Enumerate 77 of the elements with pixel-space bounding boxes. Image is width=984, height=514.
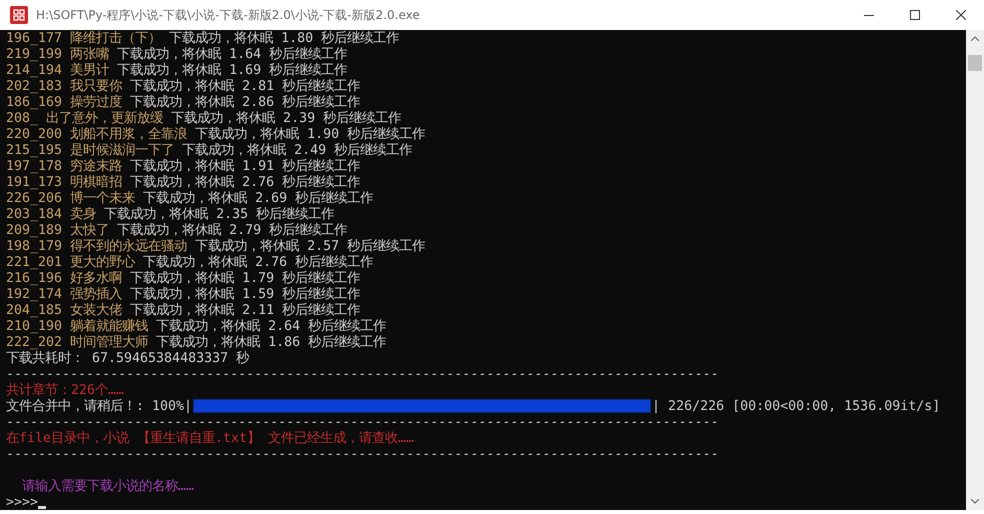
separator-text: -----------------------------------------------------------------------------------------	[6, 414, 718, 430]
chapter-title: 降维打击（下）	[69, 30, 162, 47]
chapter-title: 得不到的永远在骚动	[69, 238, 188, 254]
chapter-title: 美男计	[69, 62, 110, 79]
chapter-id: 198_179	[6, 238, 62, 254]
close-icon	[956, 10, 966, 20]
chapter-id: 215_195	[6, 142, 62, 158]
window-title: H:\SOFT\Py-程序\小说-下载\小说-下载-新版2.0\小说-下载-新版2.0.exe	[36, 6, 421, 24]
chapter-title: 女装大佬	[69, 302, 122, 318]
console-text: 下载共耗时： 67.59465384483337 秒	[6, 350, 250, 367]
status-text: 下载成功，将休眠 2.35 秒后继续工作	[103, 206, 334, 222]
status-text: 下载成功，将休眠 1.91 秒后继续工作	[129, 158, 360, 174]
chapter-title: 划船不用浆，全靠浪	[69, 126, 188, 142]
status-text: 下载成功，将休眠 1.64 秒后继续工作	[116, 46, 348, 62]
status-text: 下载成功，将休眠 1.90 秒后继续工作	[194, 126, 426, 142]
status-text: 下载成功，将休眠 2.81 秒后继续工作	[129, 78, 360, 94]
chapter-title: 躺着就能赚钱	[69, 318, 148, 334]
chapter-id: 222_202	[6, 334, 62, 350]
chapter-id: 226_206	[6, 190, 62, 206]
scrollbar[interactable]	[966, 30, 984, 510]
separator-text: -----------------------------------------------------------------------------------------	[6, 366, 718, 382]
chapter-id: 214_194	[6, 62, 62, 78]
status-text: 下载成功，将休眠 2.57 秒后继续工作	[194, 238, 426, 254]
maximize-icon	[910, 10, 920, 20]
chapter-id: 220_200	[6, 126, 62, 142]
chapter-title: 两张嘴	[69, 46, 110, 62]
status-text: 下载成功，将休眠 2.39 秒后继续工作	[170, 110, 402, 126]
chapter-id: 209_189	[6, 222, 62, 238]
chapter-title: 太快了	[69, 222, 110, 239]
chapter-id: 203_184	[6, 206, 62, 222]
chapter-title: 是时候滋润一下了	[69, 142, 174, 158]
status-text: 下载成功，将休眠 2.76 秒后继续工作	[129, 174, 360, 190]
chapter-title: 卖身	[69, 206, 96, 223]
chapter-id: 221_201	[6, 254, 62, 270]
status-text: 下载成功，将休眠 2.64 秒后继续工作	[155, 318, 386, 334]
chapter-id: 192_174	[6, 286, 62, 302]
chapter-id: 202_183	[6, 78, 62, 94]
status-text: 下载成功，将休眠 2.86 秒后继续工作	[129, 94, 360, 110]
chapter-id: 197_178	[6, 158, 62, 174]
chapter-title: 我只要你	[69, 78, 122, 94]
status-text: 下载成功，将休眠 2.11 秒后继续工作	[129, 302, 360, 318]
status-text: 下载成功，将休眠 1.86 秒后继续工作	[155, 334, 386, 351]
chapter-id: 219_199	[6, 46, 62, 62]
chapter-id: 210_190	[6, 318, 62, 334]
input-prompt: >>>>	[6, 494, 38, 510]
app-icon	[10, 6, 28, 24]
progress-stats: | 226/226 [00:00<00:00, 1536.09it/s]	[652, 398, 940, 414]
chapter-title: 强势插入	[69, 286, 122, 302]
chapter-title: 更大的野心	[69, 254, 136, 271]
chapter-title: 出了意外，更新放缓	[45, 110, 164, 127]
chapter-title: 好多水啊	[69, 270, 122, 286]
progress-label: 文件合并中，请稍后！: 100%|	[6, 398, 192, 415]
scroll-thumb[interactable]	[968, 55, 982, 71]
status-text: 下载成功，将休眠 1.79 秒后继续工作	[129, 270, 360, 286]
chapter-title: 明棋暗招	[69, 174, 122, 190]
chapter-id: 191_173	[6, 174, 62, 190]
chapter-id: 216_196	[6, 270, 62, 286]
chapter-id: 196_177	[6, 30, 62, 46]
prompt-text: 请输入需要下载小说的名称……	[22, 478, 194, 495]
chapter-title: 操劳过度	[69, 94, 122, 110]
separator-text: -----------------------------------------------------------------------------------------	[6, 446, 718, 462]
chapter-title: 穷途末路	[69, 158, 122, 174]
status-text: 下载成功，将休眠 2.49 秒后继续工作	[181, 142, 412, 158]
chapter-id: 204_185	[6, 302, 62, 318]
status-text: 下载成功，将休眠 2.69 秒后继续工作	[142, 190, 374, 206]
chapter-title: 时间管理大师	[69, 334, 148, 351]
status-text: 下载成功，将休眠 2.76 秒后继续工作	[142, 254, 374, 270]
chapter-id: 208_	[6, 110, 38, 126]
console-text: 共计章节：226个……	[6, 382, 124, 398]
chapter-title: 博一个未来	[69, 190, 136, 207]
status-text: 下载成功，将休眠 1.80 秒后继续工作	[168, 30, 400, 46]
chapter-id: 186_169	[6, 94, 62, 110]
status-text: 下载成功，将休眠 1.59 秒后继续工作	[129, 286, 360, 302]
text-cursor	[38, 506, 46, 509]
status-text: 下载成功，将休眠 1.69 秒后继续工作	[116, 62, 348, 78]
status-text: 下载成功，将休眠 2.79 秒后继续工作	[116, 222, 348, 238]
console-text: 在file目录中，小说 【重生请自重.txt】 文件已经生成，请查收……	[6, 430, 414, 447]
